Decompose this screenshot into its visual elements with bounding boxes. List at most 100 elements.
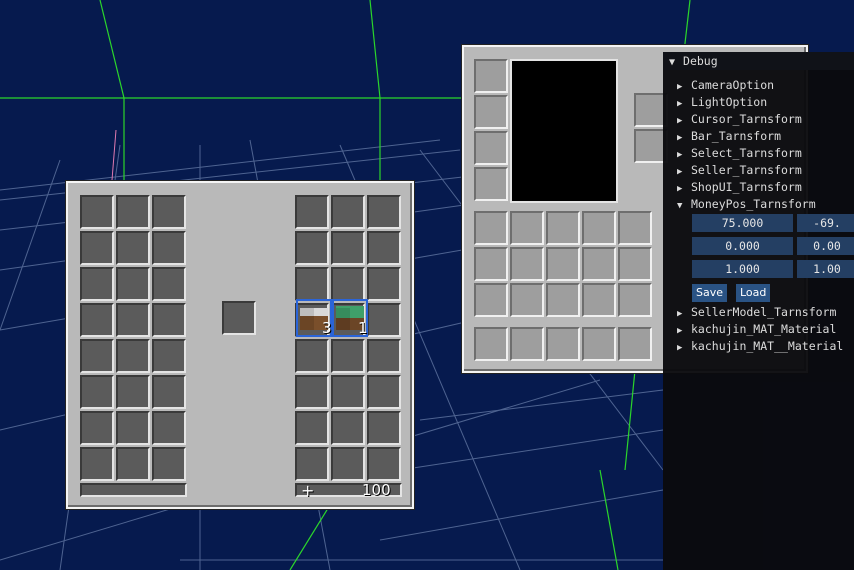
- inventory-slot[interactable]: [331, 447, 365, 481]
- inventory-slot[interactable]: [295, 267, 329, 301]
- tree-node-shopui-transform[interactable]: ▶ ShopUI_Tarnsform: [677, 180, 802, 195]
- shop-side-slot[interactable]: [474, 131, 508, 165]
- inventory-slot[interactable]: [331, 267, 365, 301]
- tree-node-bar-transform[interactable]: ▶ Bar_Tarnsform: [677, 129, 781, 144]
- inventory-slot[interactable]: [367, 303, 401, 337]
- tree-node-kachujin-material[interactable]: ▶ kachujin_MAT_Material: [677, 322, 836, 337]
- inventory-slot[interactable]: [152, 231, 186, 265]
- center-slot[interactable]: [222, 301, 256, 335]
- shop-side-slot[interactable]: [474, 167, 508, 201]
- inventory-slot[interactable]: [331, 375, 365, 409]
- inventory-slot[interactable]: [331, 231, 365, 265]
- shop-slot[interactable]: [546, 283, 580, 317]
- inventory-slot[interactable]: [295, 411, 329, 445]
- inventory-slot[interactable]: [152, 303, 186, 337]
- shop-slot[interactable]: [510, 283, 544, 317]
- shop-slot[interactable]: [474, 211, 508, 245]
- inventory-slot[interactable]: [331, 411, 365, 445]
- inventory-slot[interactable]: [152, 195, 186, 229]
- shop-slot[interactable]: [510, 211, 544, 245]
- inventory-slot[interactable]: [367, 447, 401, 481]
- inventory-slot[interactable]: [80, 303, 114, 337]
- shop-slot[interactable]: [510, 247, 544, 281]
- inventory-slot[interactable]: [80, 195, 114, 229]
- tree-node-seller-transform[interactable]: ▶ Seller_Tarnsform: [677, 163, 802, 178]
- expand-arrow-icon: ▶: [677, 99, 683, 109]
- shop-slot[interactable]: [618, 327, 652, 361]
- inventory-slot[interactable]: [331, 195, 365, 229]
- inventory-slot[interactable]: [80, 231, 114, 265]
- inventory-slot[interactable]: [295, 195, 329, 229]
- inventory-slot[interactable]: [367, 375, 401, 409]
- inventory-slot[interactable]: [331, 339, 365, 373]
- plus-label[interactable]: +: [301, 481, 314, 500]
- position-x-field[interactable]: 75.000: [692, 214, 793, 232]
- inventory-slot[interactable]: [367, 195, 401, 229]
- tree-node-select-transform[interactable]: ▶ Select_Tarnsform: [677, 146, 802, 161]
- rotation-x-field[interactable]: 0.000: [692, 237, 793, 255]
- load-button[interactable]: Load: [736, 284, 771, 302]
- position-y-field[interactable]: -69.: [797, 214, 854, 232]
- tree-node-sellermodel-transform[interactable]: ▶ SellerModel_Tarnsform: [677, 305, 836, 320]
- inventory-slot[interactable]: [116, 375, 150, 409]
- inventory-slot[interactable]: [80, 375, 114, 409]
- tree-node-camera-option[interactable]: ▶ CameraOption: [677, 78, 774, 93]
- item-count: 1: [358, 319, 368, 337]
- tree-node-moneypos-transform[interactable]: ▼ MoneyPos_Tarnsform: [677, 197, 816, 212]
- inventory-slot[interactable]: [152, 267, 186, 301]
- inventory-slot[interactable]: [116, 231, 150, 265]
- inventory-slot[interactable]: [80, 267, 114, 301]
- shop-slot[interactable]: [474, 283, 508, 317]
- shop-slot[interactable]: [618, 247, 652, 281]
- tree-node-light-option[interactable]: ▶ LightOption: [677, 95, 767, 110]
- inventory-slot[interactable]: [116, 195, 150, 229]
- inventory-slot[interactable]: [295, 339, 329, 373]
- shop-slot[interactable]: [582, 247, 616, 281]
- shop-slot[interactable]: [546, 327, 580, 361]
- shop-side-slot[interactable]: [474, 95, 508, 129]
- shop-slot[interactable]: [546, 211, 580, 245]
- shop-slot[interactable]: [582, 283, 616, 317]
- shop-side-slot[interactable]: [474, 59, 508, 93]
- game-viewport: + 100 3 1 ▼ Debug ▶ CameraOption ▶ LightOpt…: [0, 0, 854, 570]
- debug-title-bar[interactable]: ▼ Debug: [663, 52, 854, 70]
- save-button[interactable]: Save: [692, 284, 728, 302]
- expand-arrow-icon: ▶: [677, 82, 683, 92]
- expand-arrow-icon: ▶: [677, 343, 683, 353]
- item-slot-1[interactable]: 3: [296, 299, 332, 337]
- shop-slot[interactable]: [582, 327, 616, 361]
- rotation-y-field[interactable]: 0.00: [797, 237, 854, 255]
- shop-slot[interactable]: [546, 247, 580, 281]
- item-slot-2[interactable]: 1: [332, 299, 368, 337]
- inventory-slot[interactable]: [152, 411, 186, 445]
- inventory-slot[interactable]: [152, 447, 186, 481]
- inventory-slot[interactable]: [80, 447, 114, 481]
- inventory-slot[interactable]: [367, 267, 401, 301]
- inventory-slot[interactable]: [367, 231, 401, 265]
- shop-slot[interactable]: [582, 211, 616, 245]
- shop-slot[interactable]: [510, 327, 544, 361]
- inventory-slot[interactable]: [367, 339, 401, 373]
- collapse-triangle-icon[interactable]: ▼: [669, 57, 675, 68]
- shop-slot[interactable]: [618, 211, 652, 245]
- shop-slot[interactable]: [474, 327, 508, 361]
- scale-x-field[interactable]: 1.000: [692, 260, 793, 278]
- inventory-slot[interactable]: [152, 339, 186, 373]
- inventory-slot[interactable]: [152, 375, 186, 409]
- inventory-slot[interactable]: [116, 303, 150, 337]
- inventory-slot[interactable]: [367, 411, 401, 445]
- inventory-slot[interactable]: [116, 411, 150, 445]
- inventory-slot[interactable]: [295, 447, 329, 481]
- scale-y-field[interactable]: 1.00: [797, 260, 854, 278]
- inventory-slot[interactable]: [295, 375, 329, 409]
- tree-node-kachujin-material-2[interactable]: ▶ kachujin_MAT__Material: [677, 339, 843, 354]
- inventory-slot[interactable]: [116, 339, 150, 373]
- tree-node-cursor-transform[interactable]: ▶ Cursor_Tarnsform: [677, 112, 802, 127]
- inventory-slot[interactable]: [116, 267, 150, 301]
- inventory-slot[interactable]: [116, 447, 150, 481]
- shop-slot[interactable]: [618, 283, 652, 317]
- shop-slot[interactable]: [474, 247, 508, 281]
- inventory-slot[interactable]: [80, 411, 114, 445]
- inventory-slot[interactable]: [80, 339, 114, 373]
- inventory-slot[interactable]: [295, 231, 329, 265]
